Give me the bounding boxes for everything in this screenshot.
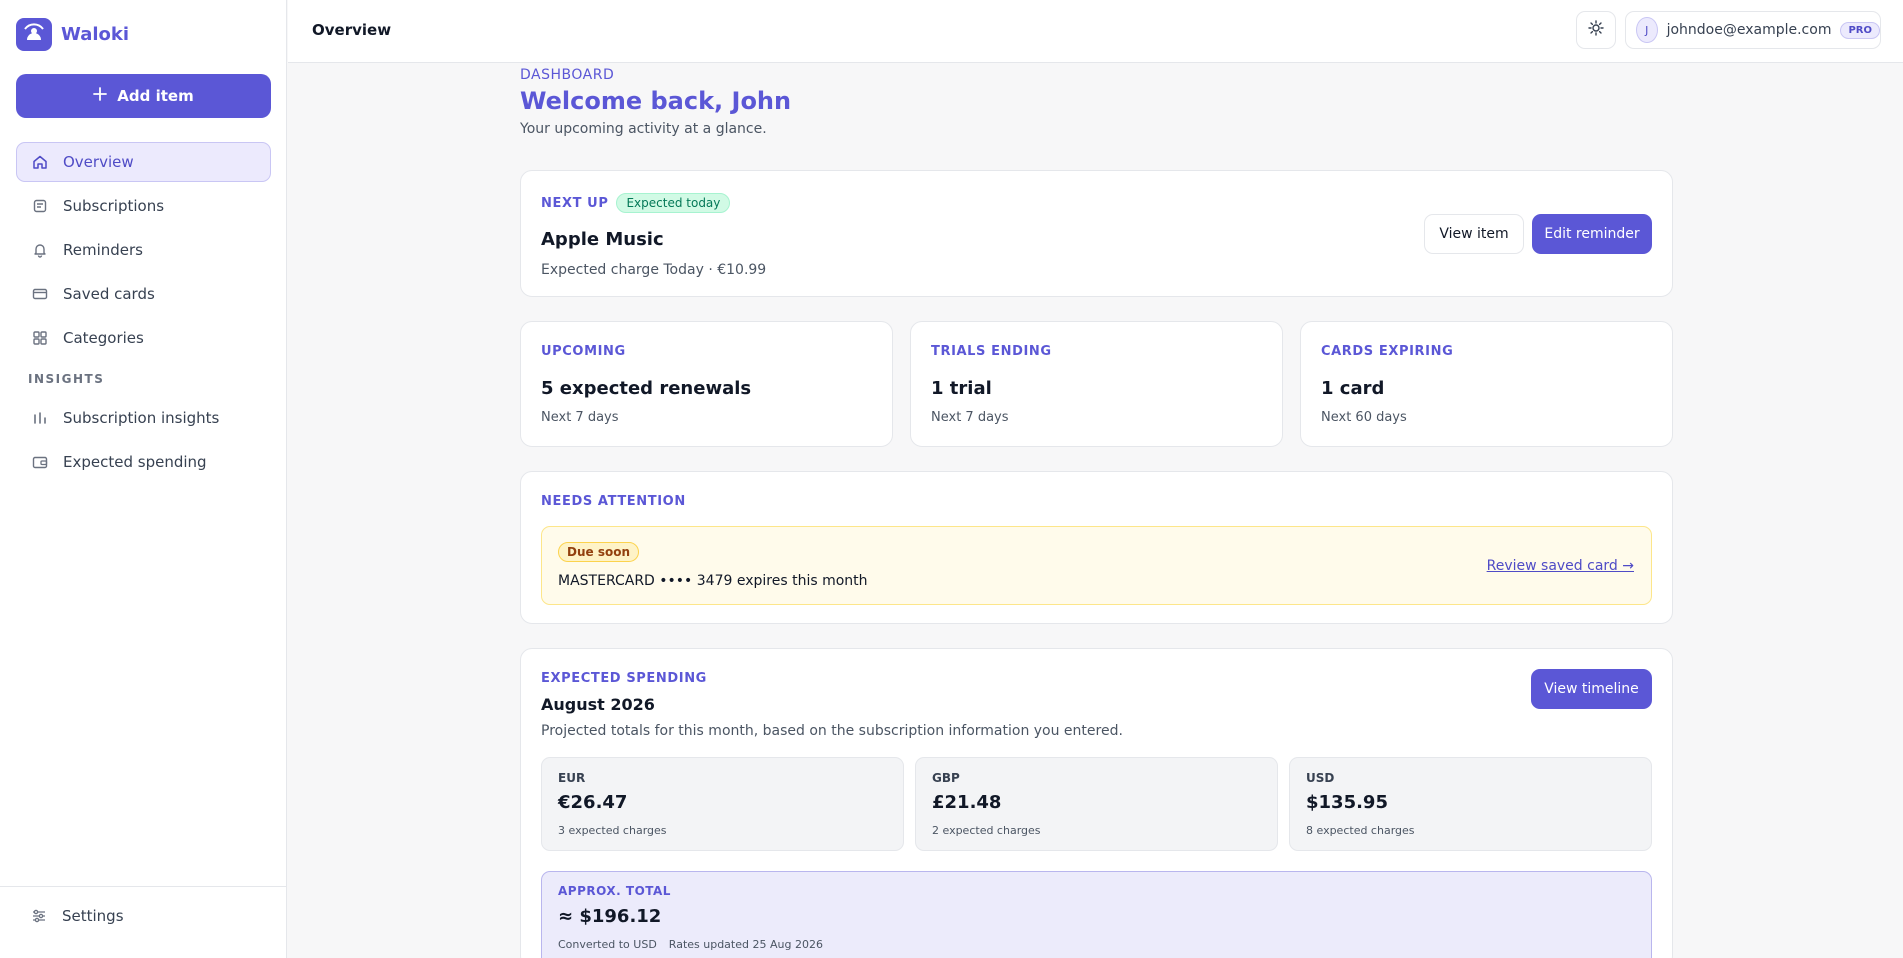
- sidebar: Waloki Add item Overview Subscriptions R…: [0, 0, 287, 958]
- stat-subtitle: Next 60 days: [1321, 410, 1407, 425]
- currency-tile-eur: EUR €26.47 3 expected charges: [541, 757, 904, 851]
- approx-total-panel: APPROX. TOTAL ≈ $196.12 Converted to USD…: [541, 871, 1652, 958]
- page-title-topbar: Overview: [312, 21, 392, 39]
- sidebar-item-label: Subscriptions: [63, 197, 165, 215]
- review-saved-card-link[interactable]: Review saved card →: [1487, 558, 1634, 574]
- view-item-button[interactable]: View item: [1424, 214, 1524, 254]
- stat-label: TRIALS ENDING: [931, 344, 1052, 359]
- plan-badge: PRO: [1840, 21, 1880, 39]
- sidebar-item-saved-cards[interactable]: Saved cards: [16, 274, 271, 314]
- bell-icon: [31, 241, 49, 259]
- plus-icon: [93, 87, 108, 105]
- total-meta: Converted to USD Rates updated 25 Aug 20…: [558, 938, 823, 951]
- stat-value: 1 trial: [931, 378, 992, 399]
- stat-subtitle: Next 7 days: [931, 410, 1009, 425]
- sidebar-item-label: Subscription insights: [63, 409, 220, 427]
- stat-card-upcoming: UPCOMING 5 expected renewals Next 7 days: [520, 321, 893, 447]
- currency-code: GBP: [932, 771, 960, 785]
- brand-logo-icon: [16, 18, 52, 51]
- bar-chart-icon: [31, 409, 49, 427]
- needs-attention-label: NEEDS ATTENTION: [541, 494, 686, 509]
- theme-toggle-button[interactable]: [1576, 11, 1616, 49]
- stat-value: 5 expected renewals: [541, 378, 752, 399]
- settings-label: Settings: [62, 907, 124, 925]
- stat-subtitle: Next 7 days: [541, 410, 619, 425]
- currency-amount: $135.95: [1306, 792, 1388, 813]
- sun-icon: [1588, 20, 1604, 40]
- avatar: J: [1636, 17, 1658, 43]
- card-expiry-alert: Due soon MASTERCARD •••• 3479 expires th…: [541, 526, 1652, 605]
- page-eyebrow: DASHBOARD: [520, 67, 615, 83]
- next-up-card: NEXT UP Expected today Apple Music Expec…: [520, 170, 1673, 297]
- approx-total-amount: ≈ $196.12: [558, 906, 662, 927]
- currency-tile-gbp: GBP £21.48 2 expected charges: [915, 757, 1278, 851]
- grid-icon: [31, 329, 49, 347]
- needs-attention-card: NEEDS ATTENTION Due soon MASTERCARD ••••…: [520, 471, 1673, 624]
- approx-total-label: APPROX. TOTAL: [558, 884, 671, 898]
- sidebar-item-categories[interactable]: Categories: [16, 318, 271, 358]
- sliders-icon: [30, 907, 48, 925]
- currency-charge-count: 8 expected charges: [1306, 824, 1415, 837]
- currency-tile-usd: USD $135.95 8 expected charges: [1289, 757, 1652, 851]
- sidebar-item-subscription-insights[interactable]: Subscription insights: [16, 398, 271, 438]
- add-item-label: Add item: [117, 87, 194, 105]
- sidebar-item-subscriptions[interactable]: Subscriptions: [16, 186, 271, 226]
- next-up-name: Apple Music: [541, 229, 664, 250]
- sidebar-nav: Overview Subscriptions Reminders Saved c…: [16, 142, 271, 486]
- page-title: Welcome back, John: [520, 87, 792, 115]
- home-icon: [31, 153, 49, 171]
- next-up-label: NEXT UP: [541, 195, 609, 211]
- main-content: DASHBOARD Welcome back, John Your upcomi…: [520, 67, 1673, 958]
- stat-value: 1 card: [1321, 378, 1385, 399]
- brand[interactable]: Waloki: [16, 18, 129, 51]
- sidebar-item-reminders[interactable]: Reminders: [16, 230, 271, 270]
- stat-card-cards-expiring: CARDS EXPIRING 1 card Next 60 days: [1300, 321, 1673, 447]
- sidebar-item-label: Expected spending: [63, 453, 207, 471]
- stat-card-trials-ending: TRIALS ENDING 1 trial Next 7 days: [910, 321, 1283, 447]
- sidebar-item-settings[interactable]: Settings: [30, 907, 124, 925]
- user-email: johndoe@example.com: [1666, 22, 1832, 38]
- currency-charge-count: 3 expected charges: [558, 824, 667, 837]
- converted-currency-note: Converted to USD: [558, 938, 657, 951]
- sidebar-item-label: Saved cards: [63, 285, 155, 303]
- add-item-button[interactable]: Add item: [16, 74, 271, 118]
- sidebar-item-overview[interactable]: Overview: [16, 142, 271, 182]
- credit-card-icon: [31, 285, 49, 303]
- spending-month: August 2026: [541, 695, 655, 714]
- stat-label: CARDS EXPIRING: [1321, 344, 1454, 359]
- edit-reminder-button[interactable]: Edit reminder: [1532, 214, 1652, 254]
- page-subtitle: Your upcoming activity at a glance.: [520, 121, 767, 137]
- insights-section-label: INSIGHTS: [28, 372, 105, 386]
- sidebar-footer: Settings: [0, 886, 287, 958]
- alert-text: MASTERCARD •••• 3479 expires this month: [558, 573, 868, 589]
- next-up-detail: Expected charge Today · €10.99: [541, 262, 767, 278]
- currency-code: USD: [1306, 771, 1335, 785]
- status-badge: Expected today: [616, 193, 731, 213]
- spending-subtitle: Projected totals for this month, based o…: [541, 723, 1123, 739]
- sidebar-item-label: Overview: [63, 153, 134, 171]
- stat-label: UPCOMING: [541, 344, 626, 359]
- expected-spending-label: EXPECTED SPENDING: [541, 671, 707, 686]
- sidebar-item-label: Categories: [63, 329, 144, 347]
- currency-charge-count: 2 expected charges: [932, 824, 1041, 837]
- receipt-icon: [31, 197, 49, 215]
- currency-amount: €26.47: [558, 792, 628, 813]
- rates-updated-note: Rates updated 25 Aug 2026: [668, 938, 823, 951]
- due-soon-badge: Due soon: [558, 542, 639, 562]
- sidebar-item-label: Reminders: [63, 241, 143, 259]
- expected-spending-card: EXPECTED SPENDING August 2026 Projected …: [520, 648, 1673, 958]
- sidebar-item-expected-spending[interactable]: Expected spending: [16, 442, 271, 482]
- view-timeline-button[interactable]: View timeline: [1531, 669, 1652, 709]
- brand-name: Waloki: [61, 24, 130, 45]
- user-menu-button[interactable]: J johndoe@example.com PRO: [1625, 11, 1881, 49]
- currency-code: EUR: [558, 771, 586, 785]
- currency-amount: £21.48: [932, 792, 1002, 813]
- wallet-icon: [31, 453, 49, 471]
- topbar: Overview J johndoe@example.com PRO: [288, 0, 1903, 63]
